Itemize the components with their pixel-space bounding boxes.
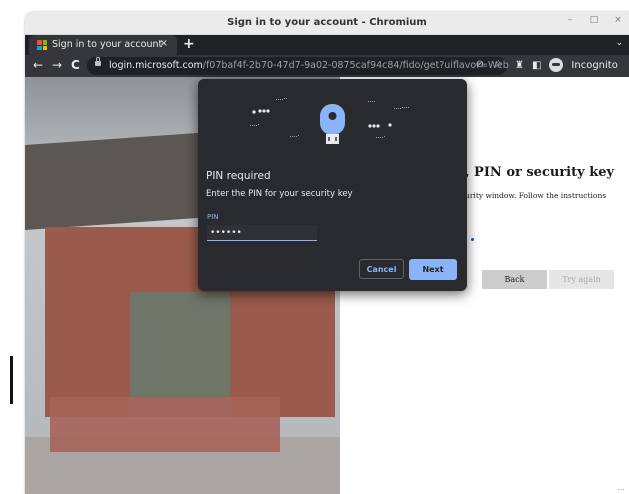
address-bar[interactable]: login.microsoft.com/f07baf4f-2b70-47d7-9… [87,57,509,75]
lock-icon[interactable] [95,57,101,66]
desktop-edge-mark [10,356,13,404]
minimize-button[interactable]: – [563,15,577,25]
title-bar: Sign in to your account - Chromium – □ × [25,12,629,35]
pin-input[interactable] [207,225,317,241]
reload-button[interactable]: C [71,58,80,72]
side-panel-icon[interactable]: ◧ [532,60,541,71]
maximize-button[interactable]: □ [587,15,601,25]
dialog-title: PIN required [206,170,271,182]
incognito-icon[interactable] [549,58,564,72]
tab-search-icon[interactable]: ⌄ [615,38,623,48]
url-text[interactable]: login.microsoft.com/f07baf4f-2b70-47d7-9… [109,60,509,71]
new-tab-button[interactable]: + [183,36,195,52]
window-controls: – □ × [563,15,625,25]
omnibox-icons: ⊘ ☆ [476,59,503,70]
tab-strip: Sign in to your account × + ⌄ [25,35,629,55]
close-window-button[interactable]: × [611,15,625,25]
pin-dialog: PIN required Enter the PIN for your secu… [198,79,467,291]
back-page-button[interactable]: Back [482,270,547,289]
cancel-button[interactable]: Cancel [359,259,404,279]
desktop-left-strip [0,0,25,494]
back-button[interactable]: ← [33,58,43,72]
page-description: urity window. Follow the instructions [465,191,607,200]
pin-label: PIN [207,213,219,221]
forward-button[interactable]: → [52,58,62,72]
star-icon[interactable]: ☆ [494,59,503,70]
incognito-label[interactable]: Incognito [571,60,617,71]
more-options-icon[interactable]: … [617,483,625,492]
tab-close-icon[interactable]: × [160,38,168,49]
loading-dot-icon [471,238,474,241]
microsoft-logo-icon [37,40,47,50]
extensions-icon[interactable]: ♜ [515,60,524,71]
next-button[interactable]: Next [409,259,457,280]
dialog-description: Enter the PIN for your security key [206,189,353,199]
url-path: /f07baf4f-2b70-47d7-9a02-0875caf94c84/fi… [202,60,509,71]
page-title: , PIN or security key [465,165,615,180]
browser-toolbar: ← → C login.microsoft.com/f07baf4f-2b70-… [25,55,629,77]
security-key-icon [320,104,345,144]
browser-window: Sign in to your account - Chromium – □ ×… [25,12,629,494]
toolbar-right: ♜ ◧ Incognito ⋮ [515,58,629,72]
try-again-button[interactable]: Try again [549,270,614,289]
url-host: login.microsoft.com [109,60,203,71]
eye-off-icon[interactable]: ⊘ [476,59,484,70]
tab-sign-in[interactable]: Sign in to your account × [29,35,177,55]
window-title: Sign in to your account - Chromium [227,17,427,28]
tab-title: Sign in to your account [52,39,163,50]
